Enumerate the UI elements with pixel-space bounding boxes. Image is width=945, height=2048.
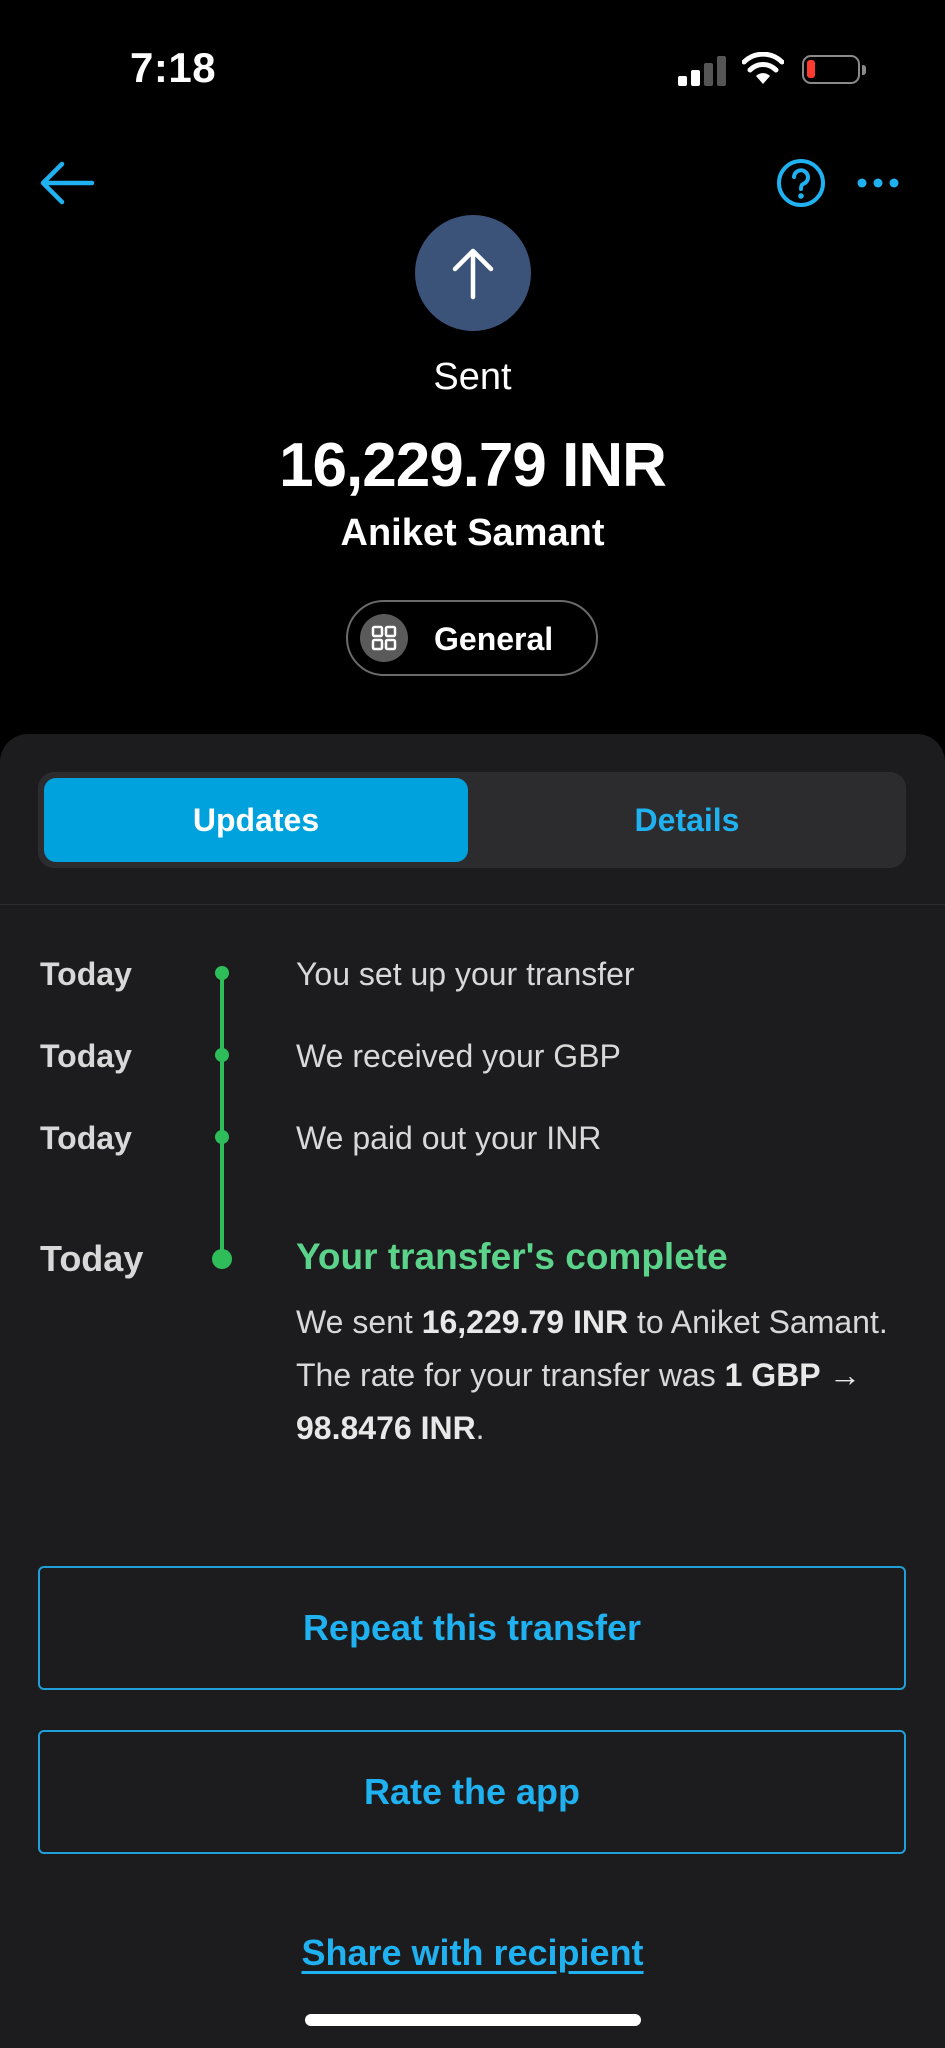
- timeline-dot: [215, 966, 229, 980]
- transfer-complete-title: Your transfer's complete: [296, 1236, 728, 1277]
- timeline-text: You set up your transfer: [296, 956, 635, 992]
- status-bar: 7:18: [0, 0, 945, 120]
- timeline-text: We received your GBP: [296, 1038, 621, 1074]
- transfer-sheet: Updates Details Today You set up your tr…: [0, 734, 945, 2048]
- category-button[interactable]: General: [346, 600, 598, 676]
- arrow-up-icon: [452, 248, 494, 300]
- recipient-name: Aniket Samant: [340, 512, 605, 554]
- timeline-dot: [215, 1130, 229, 1144]
- sent-status-badge: [415, 215, 531, 331]
- timeline-date: Today: [40, 1238, 144, 1279]
- category-label: General: [434, 621, 554, 657]
- timeline-dot-complete: [212, 1249, 232, 1269]
- transfer-complete-message: We sent 16,229.79 INR to Aniket Samant. …: [296, 1304, 888, 1446]
- tab-updates[interactable]: Updates: [44, 778, 468, 862]
- tab-details[interactable]: Details: [474, 778, 900, 862]
- wifi-icon: [742, 52, 784, 84]
- rate-app-button[interactable]: Rate the app: [38, 1730, 906, 1854]
- more-options-icon[interactable]: [856, 172, 900, 194]
- battery-icon: [802, 55, 866, 84]
- timeline-text: We paid out your INR: [296, 1120, 602, 1156]
- help-icon[interactable]: [776, 158, 826, 208]
- transfer-detail-screen: 7:18 Sent 16,229.79 INR Aniket Samant Ge…: [0, 0, 945, 2048]
- status-time: 7:18: [130, 44, 217, 91]
- transfer-amount: 16,229.79 INR: [279, 431, 667, 500]
- transfer-status: Sent: [433, 356, 512, 398]
- timeline-date: Today: [40, 1120, 132, 1156]
- timeline-date: Today: [40, 956, 132, 992]
- tab-control: Updates Details: [38, 772, 906, 868]
- timeline-line: [220, 974, 224, 1259]
- divider: [0, 904, 945, 905]
- timeline-date: Today: [40, 1038, 132, 1074]
- timeline-dot: [215, 1048, 229, 1062]
- share-with-recipient-link[interactable]: Share with recipient: [0, 1932, 945, 1974]
- home-indicator: [305, 2014, 641, 2026]
- cellular-signal-icon: [678, 54, 728, 86]
- repeat-transfer-button[interactable]: Repeat this transfer: [38, 1566, 906, 1690]
- grid-icon: [360, 614, 408, 662]
- back-arrow-icon[interactable]: [38, 158, 96, 208]
